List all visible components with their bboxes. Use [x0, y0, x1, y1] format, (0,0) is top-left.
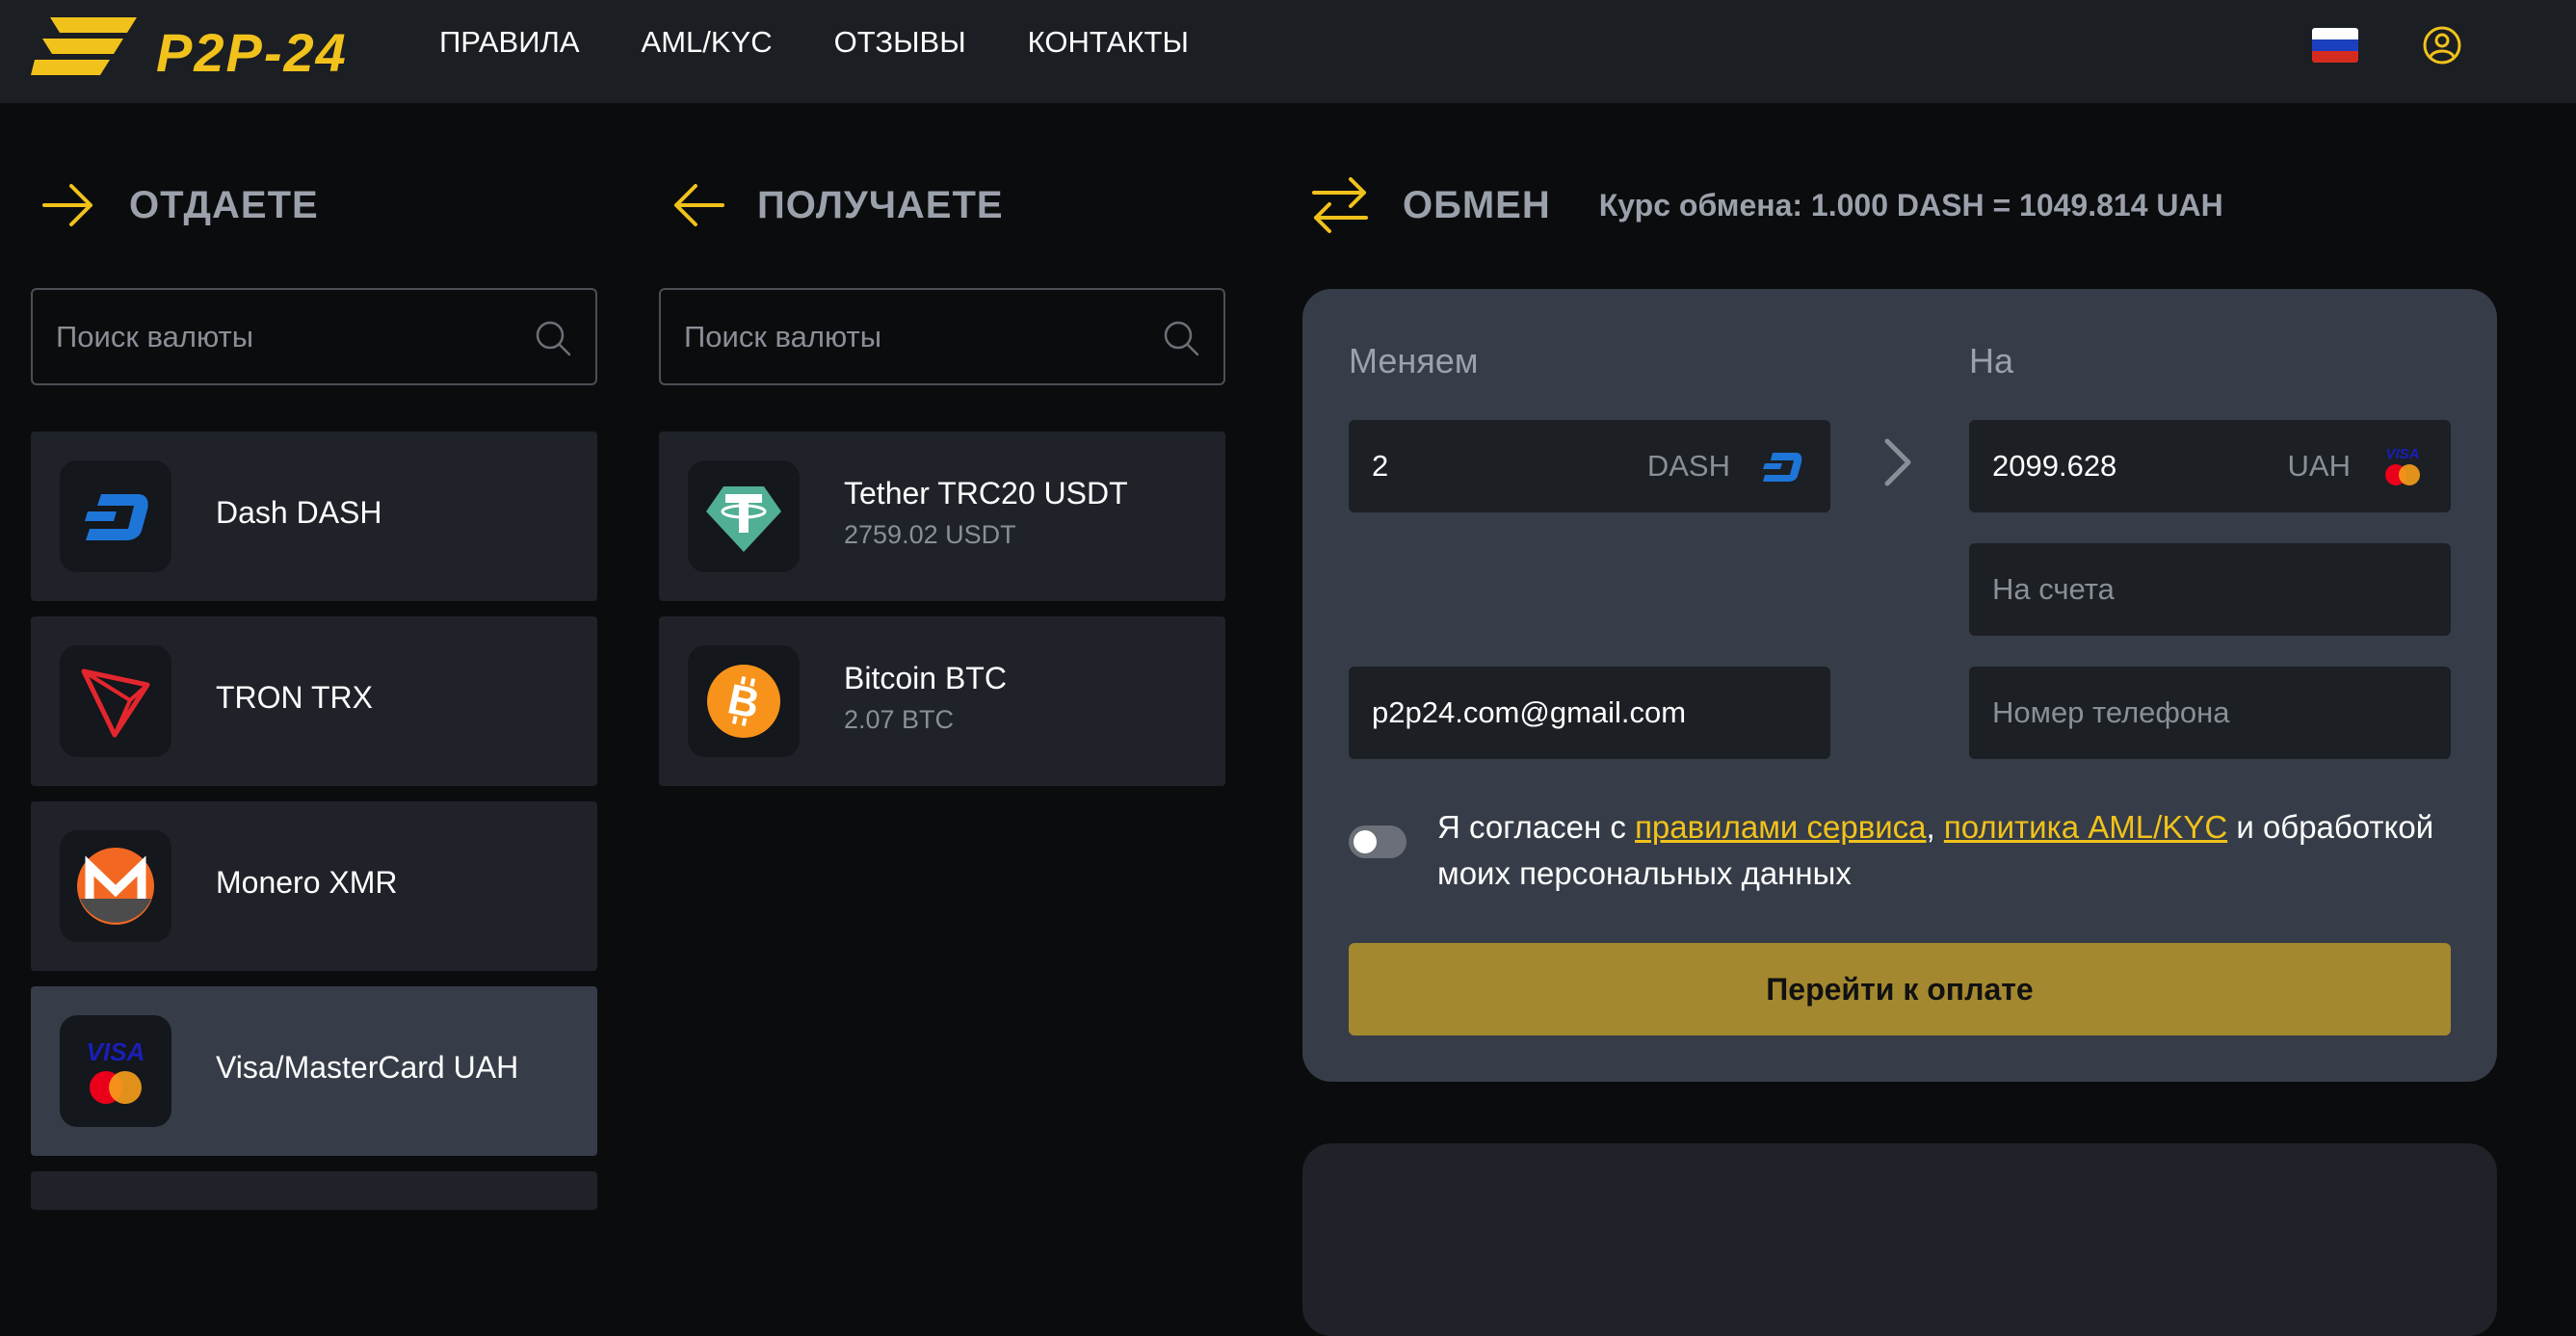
give-item-name: TRON TRX	[216, 680, 373, 715]
agree-toggle[interactable]	[1349, 825, 1406, 858]
language-flag-ru-icon[interactable]	[2312, 28, 2358, 63]
give-item-dash[interactable]: Dash DASH	[31, 432, 597, 601]
bitcoin-icon: B	[688, 645, 800, 757]
logo-text: P2P-24	[156, 22, 348, 83]
give-search-input[interactable]	[56, 290, 518, 383]
email-field	[1349, 667, 1830, 759]
agree-separator: ,	[1926, 809, 1935, 845]
nav-contacts[interactable]: КОНТАКТЫ	[1028, 23, 1189, 62]
phone-input[interactable]	[1992, 667, 2426, 759]
proceed-to-payment-button[interactable]: Перейти к оплате	[1349, 943, 2451, 1035]
top-header: P2P-24 ПРАВИЛА AML/KYC ОТЗЫВЫ КОНТАКТЫ	[0, 0, 2576, 103]
receive-item-tether[interactable]: Tether TRC20 USDT 2759.02 USDT	[659, 432, 1225, 601]
exchange-title: ОБМЕН	[1403, 183, 1551, 226]
give-item-name: Monero XMR	[216, 865, 398, 900]
email-input[interactable]	[1372, 667, 1805, 759]
exchange-rate: Курс обмена: 1.000 DASH = 1049.814 UAH	[1598, 187, 2223, 223]
logo-icon	[31, 17, 137, 75]
give-heading: ОТДАЕТЕ	[40, 171, 319, 239]
agree-text: Я согласен с правилами сервиса, политика…	[1437, 804, 2458, 897]
user-account-icon[interactable]	[2422, 25, 2462, 65]
account-input[interactable]	[1992, 543, 2426, 636]
from-currency-code: DASH	[1646, 449, 1730, 483]
receive-currency-list: Tether TRC20 USDT 2759.02 USDT B Bitcoin…	[659, 432, 1225, 801]
receive-title: ПОЛУЧАЕТЕ	[757, 183, 1004, 226]
nav-rules[interactable]: ПРАВИЛА	[439, 23, 580, 62]
account-field	[1969, 543, 2451, 636]
exchange-panel: Меняем На DASH UAH VISA Я согласен с пра…	[1302, 289, 2497, 1082]
phone-field	[1969, 667, 2451, 759]
visa-mastercard-icon: VISA	[2385, 446, 2420, 485]
agree-prefix: Я согласен с	[1437, 809, 1626, 845]
give-item-tron[interactable]: TRON TRX	[31, 616, 597, 786]
svg-text:VISA: VISA	[2385, 446, 2419, 462]
svg-text:VISA: VISA	[87, 1037, 145, 1066]
from-amount-field: DASH	[1349, 420, 1830, 512]
receive-heading: ПОЛУЧАЕТЕ	[669, 171, 1004, 239]
to-amount-field: UAH VISA	[1969, 420, 2451, 512]
receive-search	[659, 288, 1225, 385]
to-currency-code: UAH	[2287, 449, 2351, 483]
receive-item-name: Tether TRC20 USDT	[844, 476, 1128, 511]
main-nav: ПРАВИЛА AML/KYC ОТЗЫВЫ КОНТАКТЫ	[439, 23, 1189, 62]
give-currency-list: Dash DASH TRON TRX Monero XMR VISA Visa/…	[31, 432, 597, 1225]
nav-aml-kyc[interactable]: AML/KYC	[642, 23, 773, 62]
visa-mastercard-icon: VISA	[60, 1015, 171, 1127]
receive-item-reserve: 2.07 BTC	[844, 705, 955, 734]
give-search	[31, 288, 597, 385]
dash-icon	[60, 460, 171, 572]
dash-icon	[1763, 453, 1802, 482]
from-amount-input[interactable]	[1372, 420, 1661, 512]
arrow-right-icon	[42, 184, 92, 226]
arrow-left-icon	[674, 184, 724, 226]
give-title: ОТДАЕТЕ	[129, 183, 319, 226]
from-label: Меняем	[1349, 341, 1479, 380]
give-item-name: Dash DASH	[216, 495, 382, 530]
receive-item-reserve: 2759.02 USDT	[844, 520, 1016, 549]
exchange-heading: ОБМЕН Курс обмена: 1.000 DASH = 1049.814…	[1308, 171, 2223, 239]
search-icon[interactable]	[1162, 319, 1200, 357]
rules-link[interactable]: правилами сервиса	[1635, 809, 1926, 845]
search-icon[interactable]	[534, 319, 572, 357]
chevron-right-icon	[1884, 438, 1911, 486]
monero-icon	[60, 830, 171, 942]
give-item-monero[interactable]: Monero XMR	[31, 801, 597, 971]
give-item-visa-mastercard[interactable]: VISA Visa/MasterCard UAH	[31, 986, 597, 1156]
exchange-arrows-icon	[1312, 177, 1368, 233]
give-item-partial[interactable]	[31, 1171, 597, 1210]
tether-icon	[688, 460, 800, 572]
secondary-panel	[1302, 1143, 2497, 1336]
to-amount-input[interactable]	[1992, 420, 2281, 512]
site-logo[interactable]: P2P-24	[31, 13, 378, 83]
nav-reviews[interactable]: ОТЗЫВЫ	[834, 23, 966, 62]
to-label: На	[1969, 341, 2014, 380]
receive-search-input[interactable]	[684, 290, 1146, 383]
give-item-name: Visa/MasterCard UAH	[216, 1050, 519, 1085]
tron-icon	[60, 645, 171, 757]
toggle-knob	[1354, 830, 1377, 853]
receive-item-bitcoin[interactable]: B Bitcoin BTC 2.07 BTC	[659, 616, 1225, 786]
receive-item-name: Bitcoin BTC	[844, 661, 1007, 695]
aml-kyc-link[interactable]: политика AML/KYC	[1944, 809, 2227, 845]
